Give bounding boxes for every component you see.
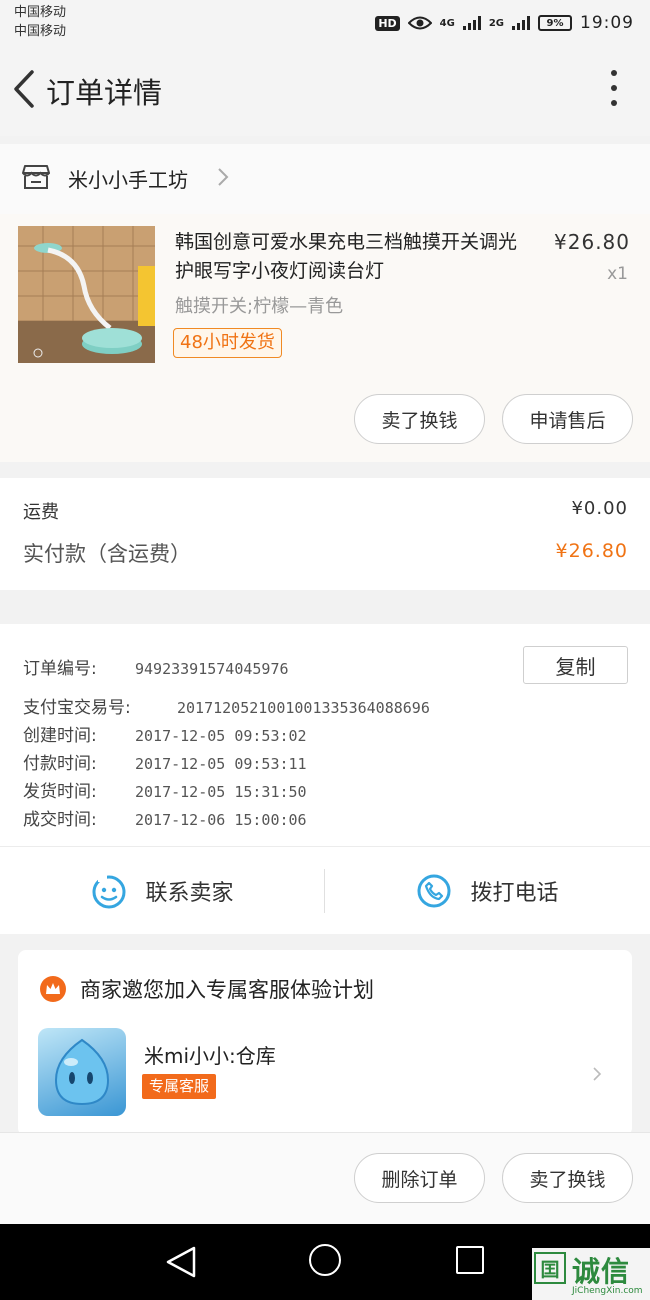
service-avatar: [38, 1028, 126, 1116]
shop-icon: [22, 165, 50, 189]
eye-icon: [407, 16, 432, 30]
item-title[interactable]: 韩国创意可爱水果充电三档触摸开关调光护眼写字小夜灯阅读台灯: [175, 228, 535, 286]
bottom-action-bar: 删除订单 卖了换钱: [0, 1132, 650, 1224]
paid-label: 实付款（含运费）: [23, 542, 191, 566]
product-image[interactable]: [18, 226, 155, 363]
network-type-2: 2G: [488, 17, 504, 29]
contact-bar: 联系卖家 拨打电话: [0, 846, 650, 934]
status-bar: 中国移动 中国移动 HD 4G 2G 9% 19:09: [0, 0, 650, 46]
watermark-name: 诚信: [572, 1255, 631, 1288]
watermark-logo-icon: 囯: [534, 1252, 566, 1284]
sell-button-bottom[interactable]: 卖了换钱: [502, 1153, 633, 1203]
watermark-url: JiChengXin.com: [572, 1286, 643, 1296]
nav-recent-icon[interactable]: [456, 1246, 484, 1274]
completed-time-row: 成交时间: 2017-12-06 15:00:06: [23, 805, 307, 830]
watermark: 囯 诚信 JiChengXin.com: [532, 1248, 650, 1300]
order-number-value: 94923391574045976: [135, 660, 289, 678]
order-number-label: 订单编号:: [23, 659, 97, 679]
service-tag: 专属客服: [142, 1074, 217, 1099]
nav-back-icon[interactable]: [164, 1244, 198, 1280]
alipay-trade-value: 2017120521001001335364088696: [177, 699, 430, 717]
chevron-right-icon: [218, 168, 229, 186]
clock: 19:09: [580, 13, 634, 33]
nav-home-icon[interactable]: [309, 1244, 341, 1276]
order-item-card: 韩国创意可爱水果充电三档触摸开关调光护眼写字小夜灯阅读台灯 ¥26.80 x1 …: [0, 214, 650, 462]
hd-badge: HD: [375, 15, 400, 31]
sell-button[interactable]: 卖了换钱: [354, 394, 485, 444]
app-bar: 订单详情: [0, 46, 650, 136]
service-title: 商家邀您加入专属客服体验计划: [80, 978, 374, 1002]
contact-seller-label: 联系卖家: [145, 881, 234, 906]
freight-value: ¥0.00: [571, 498, 628, 519]
carrier-label-2: 中国移动: [14, 24, 67, 39]
order-info: 订单编号: 94923391574045976 复制 支付宝交易号: 2017120…: [0, 624, 650, 846]
order-number-row: 订单编号: 94923391574045976: [23, 654, 289, 679]
battery-icon: 9%: [538, 15, 572, 31]
completed-time-value: 2017-12-06 15:00:06: [135, 811, 307, 829]
chevron-right-icon: [593, 1067, 602, 1081]
created-time-label: 创建时间:: [23, 726, 97, 746]
status-indicators: HD 4G 2G 9% 19:09: [375, 12, 634, 34]
more-options-icon[interactable]: [610, 70, 618, 106]
exclusive-service-card[interactable]: 商家邀您加入专属客服体验计划 米mi小小:仓库 专属客服: [18, 950, 632, 1136]
alipay-trade-row: 支付宝交易号: 2017120521001001335364088696: [23, 693, 430, 718]
created-time-value: 2017-12-05 09:53:02: [135, 727, 307, 745]
shop-name: 米小小手工坊: [68, 168, 188, 192]
paid-value: ¥26.80: [555, 540, 628, 562]
chat-face-icon: [92, 875, 126, 909]
shop-row[interactable]: 米小小手工坊: [0, 144, 650, 214]
call-phone-label: 拨打电话: [470, 881, 559, 906]
signal-icon-2: [512, 16, 530, 30]
aftersale-button[interactable]: 申请售后: [502, 394, 633, 444]
alipay-trade-label: 支付宝交易号:: [23, 698, 131, 718]
contact-seller-button[interactable]: 联系卖家: [0, 847, 325, 935]
created-time-row: 创建时间: 2017-12-05 09:53:02: [23, 721, 307, 746]
signal-icon-1: [462, 16, 481, 30]
shipped-time-value: 2017-12-05 15:31:50: [135, 783, 307, 801]
item-sku: 触摸开关;柠檬—青色: [175, 296, 344, 317]
payment-summary: 运费 ¥0.00 实付款（含运费） ¥26.80: [0, 478, 650, 590]
crown-icon: [40, 976, 66, 1002]
delete-order-button[interactable]: 删除订单: [354, 1153, 485, 1203]
shipped-time-row: 发货时间: 2017-12-05 15:31:50: [23, 777, 307, 802]
completed-time-label: 成交时间:: [23, 810, 97, 830]
network-type-1: 4G: [439, 17, 455, 29]
service-name: 米mi小小:仓库: [144, 1044, 276, 1068]
paid-time-label: 付款时间:: [23, 754, 97, 774]
item-quantity: x1: [607, 264, 628, 284]
back-arrow-icon[interactable]: [10, 68, 44, 110]
carrier-label-1: 中国移动: [14, 5, 67, 20]
paid-time-value: 2017-12-05 09:53:11: [135, 755, 307, 773]
shipping-badge: 48小时发货: [173, 328, 282, 358]
paid-time-row: 付款时间: 2017-12-05 09:53:11: [23, 749, 307, 774]
shipped-time-label: 发货时间:: [23, 782, 97, 802]
page-title: 订单详情: [46, 76, 163, 110]
freight-label: 运费: [23, 502, 59, 523]
call-phone-button[interactable]: 拨打电话: [325, 847, 650, 935]
phone-icon: [417, 874, 451, 908]
item-price: ¥26.80: [554, 230, 630, 254]
copy-button[interactable]: 复制: [523, 646, 628, 684]
